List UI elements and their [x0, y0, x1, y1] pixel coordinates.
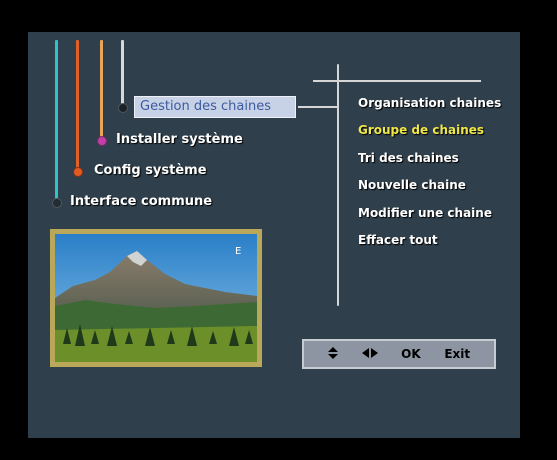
ok-button-hint[interactable]: OK [401, 347, 421, 361]
submenu-item-modifier-une-chaine[interactable]: Modifier une chaine [358, 206, 492, 220]
menu-item-interface-commune[interactable]: Interface commune [70, 194, 212, 209]
submenu-item-tri-des-chaines[interactable]: Tri des chaines [358, 151, 459, 165]
submenu-item-organisation-chaines[interactable]: Organisation chaines [358, 96, 501, 110]
bullet-interface [52, 198, 62, 208]
tree-line-white [121, 40, 124, 106]
bullet-gestion [118, 103, 128, 113]
submenu-item-nouvelle-chaine[interactable]: Nouvelle chaine [358, 178, 466, 192]
tree-line-amber [100, 40, 103, 138]
remote-controls-hint: OK Exit [302, 339, 496, 369]
tree-line-orange [76, 40, 79, 170]
submenu-item-effacer-tout[interactable]: Effacer tout [358, 233, 438, 247]
menu-item-installer-systeme[interactable]: Installer système [116, 132, 243, 147]
bullet-installer [97, 136, 107, 146]
exit-button-hint[interactable]: Exit [444, 347, 470, 361]
updown-arrows-icon [327, 346, 338, 362]
bullet-config [73, 167, 83, 177]
menu-item-config-systeme[interactable]: Config système [94, 163, 207, 178]
tree-line-cyan [55, 40, 58, 200]
connector-line [298, 106, 338, 108]
submenu-vertical-line [337, 64, 339, 306]
submenu-item-groupe-de-chaines[interactable]: Groupe de chaines [358, 123, 484, 137]
channel-preview: E [50, 229, 262, 367]
leftright-arrows-icon [361, 347, 378, 361]
mountain-landscape-image: E [55, 234, 257, 362]
menu-item-gestion-des-chaines[interactable]: Gestion des chaines [140, 99, 271, 114]
preview-badge: E [235, 246, 241, 257]
